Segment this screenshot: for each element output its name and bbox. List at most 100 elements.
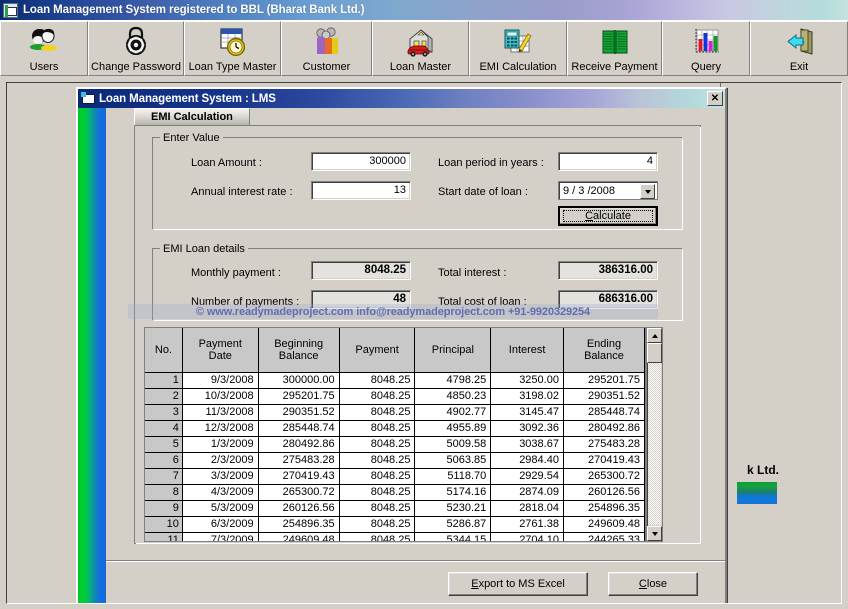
loan-amount-input[interactable]: 300000 (311, 152, 411, 171)
table-cell[interactable]: 244265.33 (563, 532, 645, 541)
table-row[interactable]: 2 10/3/2008 295201.75 8048.25 4850.23 3198.02… (145, 388, 645, 405)
table-cell[interactable]: 275483.28 (563, 436, 645, 453)
loan-period-input[interactable]: 4 (558, 152, 658, 171)
table-cell[interactable]: 3198.02 (490, 388, 564, 405)
annual-interest-rate-input[interactable]: 13 (311, 181, 411, 200)
table-cell[interactable]: 290351.52 (563, 388, 645, 405)
table-cell[interactable]: 285448.74 (563, 404, 645, 421)
table-cell[interactable]: 249609.48 (258, 532, 340, 541)
table-row[interactable]: 8 4/3/2009 265300.72 8048.25 5174.16 2874.09 2… (145, 484, 645, 501)
scrollbar-thumb[interactable] (647, 343, 662, 363)
table-cell[interactable]: 4902.77 (414, 404, 492, 421)
chevron-down-icon[interactable] (640, 184, 655, 199)
start-date-combo[interactable]: 9 / 3 /2008 (558, 181, 658, 200)
table-cell[interactable]: 295201.75 (258, 388, 340, 405)
table-row[interactable]: 7 3/3/2009 270419.43 8048.25 5118.70 2929.54 2… (145, 468, 645, 485)
table-cell[interactable]: 265300.72 (258, 484, 340, 501)
table-cell[interactable]: 4850.23 (414, 388, 492, 405)
close-icon[interactable]: ✕ (707, 91, 723, 106)
table-cell[interactable]: 5174.16 (414, 484, 492, 501)
table-cell[interactable]: 4955.89 (414, 420, 492, 437)
table-row[interactable]: 4 12/3/2008 285448.74 8048.25 4955.89 3092.36… (145, 420, 645, 437)
table-cell[interactable]: 10/3/2008 (182, 388, 259, 405)
table-cell[interactable]: 270419.43 (563, 452, 645, 469)
table-cell[interactable]: 8048.25 (339, 452, 416, 469)
table-cell[interactable]: 9/3/2008 (182, 372, 259, 389)
table-cell[interactable]: 300000.00 (258, 372, 340, 389)
table-cell[interactable]: 3250.00 (490, 372, 564, 389)
table-cell[interactable]: 5118.70 (414, 468, 492, 485)
table-row[interactable]: 1 9/3/2008 300000.00 8048.25 4798.25 3250.00 2… (145, 372, 645, 389)
table-cell[interactable]: 2929.54 (490, 468, 564, 485)
table-cell[interactable]: 8048.25 (339, 468, 416, 485)
table-cell[interactable]: 4/3/2009 (182, 484, 259, 501)
column-header-0[interactable]: No. (145, 328, 183, 373)
table-cell[interactable]: 249609.48 (563, 516, 645, 533)
table-row[interactable]: 9 5/3/2009 260126.56 8048.25 5230.21 2818.04 2… (145, 500, 645, 517)
table-cell[interactable]: 2/3/2009 (182, 452, 259, 469)
column-header-3[interactable]: Payment (339, 328, 416, 373)
table-cell[interactable]: 8048.25 (339, 500, 416, 517)
scroll-down-icon[interactable] (647, 526, 662, 541)
row-number-cell[interactable]: 8 (145, 484, 183, 501)
row-number-cell[interactable]: 9 (145, 500, 183, 517)
column-header-6[interactable]: Ending Balance (563, 328, 645, 373)
table-row[interactable]: 11 7/3/2009 249609.48 8048.25 5344.15 2704.10… (145, 532, 645, 541)
row-number-cell[interactable]: 1 (145, 372, 183, 389)
toolbar-button-loan-master[interactable]: Loan Master (372, 21, 469, 76)
table-cell[interactable]: 8048.25 (339, 532, 416, 541)
row-number-cell[interactable]: 7 (145, 468, 183, 485)
table-cell[interactable]: 5344.15 (414, 532, 492, 541)
table-cell[interactable]: 270419.43 (258, 468, 340, 485)
grid-vertical-scrollbar[interactable] (646, 327, 663, 542)
row-number-cell[interactable]: 10 (145, 516, 183, 533)
table-cell[interactable]: 8048.25 (339, 420, 416, 437)
table-cell[interactable]: 8048.25 (339, 484, 416, 501)
table-cell[interactable]: 275483.28 (258, 452, 340, 469)
toolbar-button-change-password[interactable]: Change Password (88, 21, 184, 76)
table-cell[interactable]: 8048.25 (339, 404, 416, 421)
column-header-2[interactable]: Beginning Balance (258, 328, 340, 373)
row-number-cell[interactable]: 2 (145, 388, 183, 405)
table-cell[interactable]: 5286.87 (414, 516, 492, 533)
calculate-button[interactable]: Calculate (558, 206, 658, 226)
table-cell[interactable]: 290351.52 (258, 404, 340, 421)
toolbar-button-loan-type-master[interactable]: Loan Type Master (184, 21, 281, 76)
close-button[interactable]: Close (608, 572, 698, 596)
table-cell[interactable]: 265300.72 (563, 468, 645, 485)
row-number-cell[interactable]: 6 (145, 452, 183, 469)
export-to-excel-button[interactable]: Export to MS Excel (448, 572, 588, 596)
table-cell[interactable]: 3145.47 (490, 404, 564, 421)
table-row[interactable]: 10 6/3/2009 254896.35 8048.25 5286.87 2761.38… (145, 516, 645, 533)
table-cell[interactable]: 8048.25 (339, 516, 416, 533)
toolbar-button-customer[interactable]: Customer (281, 21, 372, 76)
table-cell[interactable]: 2818.04 (490, 500, 564, 517)
table-cell[interactable]: 6/3/2009 (182, 516, 259, 533)
row-number-cell[interactable]: 4 (145, 420, 183, 437)
table-cell[interactable]: 1/3/2009 (182, 436, 259, 453)
table-cell[interactable]: 260126.56 (563, 484, 645, 501)
table-cell[interactable]: 8048.25 (339, 436, 416, 453)
tab-emi-calculation[interactable]: EMI Calculation (134, 108, 250, 126)
table-cell[interactable]: 5/3/2009 (182, 500, 259, 517)
table-cell[interactable]: 2761.38 (490, 516, 564, 533)
table-cell[interactable]: 280492.86 (563, 420, 645, 437)
toolbar-button-query[interactable]: Query (662, 21, 750, 76)
scrollbar-track[interactable] (648, 344, 661, 525)
table-cell[interactable]: 5230.21 (414, 500, 492, 517)
table-row[interactable]: 6 2/3/2009 275483.28 8048.25 5063.85 2984.40 2… (145, 452, 645, 469)
table-cell[interactable]: 8048.25 (339, 372, 416, 389)
table-cell[interactable]: 2704.10 (490, 532, 564, 541)
column-header-5[interactable]: Interest (490, 328, 564, 373)
table-cell[interactable]: 3092.36 (490, 420, 564, 437)
table-cell[interactable]: 4798.25 (414, 372, 492, 389)
table-cell[interactable]: 254896.35 (563, 500, 645, 517)
toolbar-button-receive-payment[interactable]: Receive Payment (567, 21, 662, 76)
table-cell[interactable]: 295201.75 (563, 372, 645, 389)
table-cell[interactable]: 285448.74 (258, 420, 340, 437)
column-header-4[interactable]: Principal (414, 328, 492, 373)
toolbar-button-users[interactable]: Users (0, 21, 88, 76)
toolbar-button-exit[interactable]: Exit (750, 21, 848, 76)
table-cell[interactable]: 2874.09 (490, 484, 564, 501)
row-number-cell[interactable]: 3 (145, 404, 183, 421)
